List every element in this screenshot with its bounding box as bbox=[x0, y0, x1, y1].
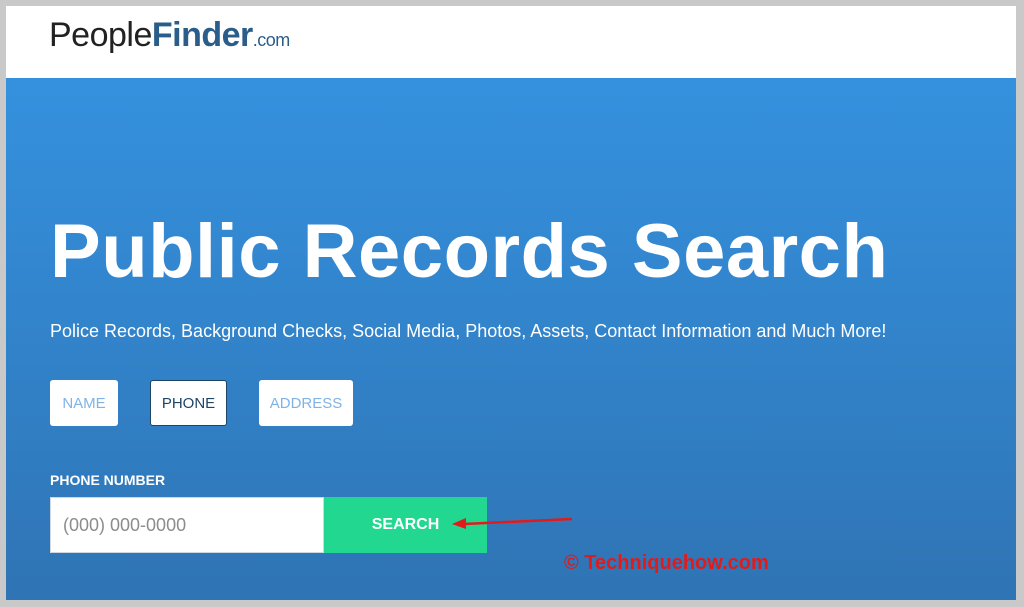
watermark-text: © Techniquehow.com bbox=[564, 552, 769, 574]
tab-phone[interactable]: PHONE bbox=[150, 380, 227, 426]
red-arrow-annotation bbox=[452, 517, 573, 529]
phone-number-input[interactable] bbox=[50, 497, 324, 553]
hero-section: Public Records Search Police Records, Ba… bbox=[6, 78, 1016, 600]
peoplefinder-logo[interactable]: PeopleFinder.com bbox=[49, 16, 290, 55]
browser-frame: PeopleFinder.com Public Records Search P… bbox=[6, 6, 1016, 600]
phone-number-label: PHONE NUMBER bbox=[50, 472, 166, 488]
page-subtitle: Police Records, Background Checks, Socia… bbox=[50, 321, 887, 341]
logo-part-finder: Finder bbox=[151, 16, 253, 54]
logo-part-people: People bbox=[49, 16, 152, 54]
logo-part-com: .com bbox=[252, 30, 291, 50]
site-header: PeopleFinder.com bbox=[6, 6, 1016, 78]
page-title: Public Records Search bbox=[50, 209, 889, 294]
tab-address[interactable]: ADDRESS bbox=[259, 380, 353, 426]
tab-name[interactable]: NAME bbox=[50, 380, 118, 426]
